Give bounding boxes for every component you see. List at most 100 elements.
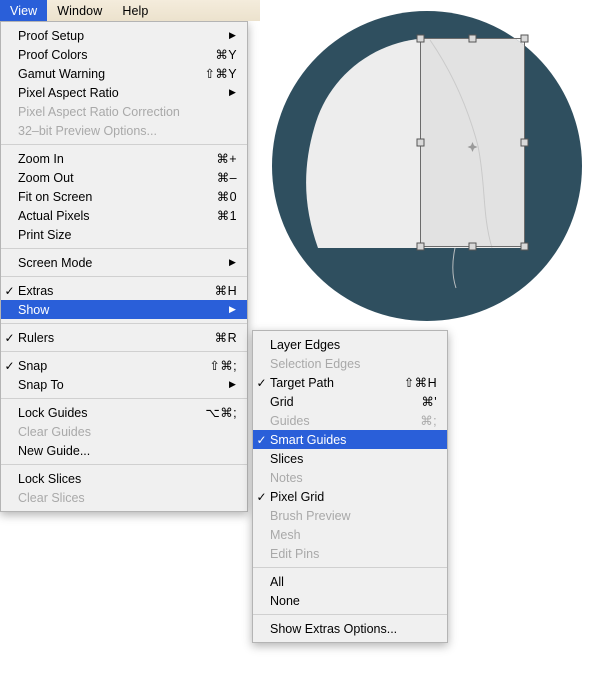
handle-bottom-left[interactable] <box>416 242 425 251</box>
view-menu: Proof Setup ▶ Proof Colors ⌘Y Gamut Warning ⇧… <box>0 21 248 512</box>
submenu-arrow-icon: ▶ <box>229 379 236 389</box>
menu-item-fit-on-screen[interactable]: Fit on Screen ⌘0 <box>1 187 247 206</box>
submenu-arrow-icon: ▶ <box>229 304 236 314</box>
menu-item-shortcut: ⌘R <box>214 331 237 345</box>
menu-item-label: Target Path <box>270 375 334 390</box>
menu-item-proof-colors[interactable]: Proof Colors ⌘Y <box>1 45 247 64</box>
menu-item-print-size[interactable]: Print Size <box>1 225 247 244</box>
menu-separator <box>1 323 247 324</box>
menu-item-snap-to[interactable]: Snap To ▶ <box>1 375 247 394</box>
menu-item-show[interactable]: Show ▶ <box>1 300 247 319</box>
menu-item-selection-edges: Selection Edges <box>253 354 447 373</box>
menu-item-clear-slices: Clear Slices <box>1 488 247 507</box>
menu-item-label: Pixel Aspect Ratio <box>18 85 119 100</box>
menu-item-label: Lock Slices <box>18 471 82 486</box>
menu-item-shortcut: ⌘0 <box>216 190 237 204</box>
menu-item-shortcut: ⌘1 <box>216 209 237 223</box>
menu-item-snap[interactable]: ✓ Snap ⇧⌘; <box>1 356 247 375</box>
checkmark-icon: ✓ <box>4 330 15 345</box>
menu-item-lock-guides[interactable]: Lock Guides ⌥⌘; <box>1 403 247 422</box>
menu-item-shortcut: ⇧⌘Y <box>204 67 237 81</box>
menu-separator <box>1 144 247 145</box>
menubar-item-window[interactable]: Window <box>47 0 112 21</box>
menu-item-label: Lock Guides <box>18 405 88 420</box>
menu-item-shortcut: ⇧⌘; <box>209 359 237 373</box>
checkmark-icon: ✓ <box>256 432 267 447</box>
menu-item-pixel-aspect-ratio[interactable]: Pixel Aspect Ratio ▶ <box>1 83 247 102</box>
menu-item-slices[interactable]: Slices <box>253 449 447 468</box>
menu-item-32-bit-preview-options: 32–bit Preview Options... <box>1 121 247 140</box>
handle-middle-right[interactable] <box>520 138 529 147</box>
menu-item-actual-pixels[interactable]: Actual Pixels ⌘1 <box>1 206 247 225</box>
menu-item-smart-guides[interactable]: ✓ Smart Guides <box>253 430 447 449</box>
menu-item-label: Show <box>18 302 50 317</box>
menu-item-target-path[interactable]: ✓ Target Path ⇧⌘H <box>253 373 447 392</box>
menu-item-screen-mode[interactable]: Screen Mode ▶ <box>1 253 247 272</box>
menu-item-label: Actual Pixels <box>18 208 90 223</box>
checkmark-icon: ✓ <box>256 375 267 390</box>
menu-item-label: Snap <box>18 358 48 373</box>
menu-item-label: Slices <box>270 451 304 466</box>
menu-item-none[interactable]: None <box>253 591 447 610</box>
menu-item-new-guide[interactable]: New Guide... <box>1 441 247 460</box>
submenu-arrow-icon: ▶ <box>229 87 236 97</box>
menu-item-mesh: Mesh <box>253 525 447 544</box>
checkmark-icon: ✓ <box>256 489 267 504</box>
menubar-item-help[interactable]: Help <box>112 0 158 21</box>
menu-item-label: Mesh <box>270 527 301 542</box>
menu-item-layer-edges[interactable]: Layer Edges <box>253 335 447 354</box>
menu-item-rulers[interactable]: ✓ Rulers ⌘R <box>1 328 247 347</box>
menu-item-label: Selection Edges <box>270 356 361 371</box>
menu-item-guides: Guides ⌘; <box>253 411 447 430</box>
menu-item-label: Pixel Grid <box>270 489 325 504</box>
menu-item-label: Brush Preview <box>270 508 351 523</box>
menu-separator <box>1 351 247 352</box>
menu-item-label: Rulers <box>18 330 55 345</box>
menu-item-label: 32–bit Preview Options... <box>18 123 157 138</box>
menu-item-grid[interactable]: Grid ⌘' <box>253 392 447 411</box>
menu-item-label: None <box>270 593 300 608</box>
menu-item-proof-setup[interactable]: Proof Setup ▶ <box>1 26 247 45</box>
menu-item-gamut-warning[interactable]: Gamut Warning ⇧⌘Y <box>1 64 247 83</box>
menu-separator <box>1 464 247 465</box>
handle-middle-left[interactable] <box>416 138 425 147</box>
menu-item-label: Clear Slices <box>18 490 85 505</box>
menu-item-shortcut: ⌘' <box>421 395 437 409</box>
menu-item-all[interactable]: All <box>253 572 447 591</box>
menu-item-shortcut: ⇧⌘H <box>403 376 437 390</box>
menu-item-notes: Notes <box>253 468 447 487</box>
menu-item-shortcut: ⌘; <box>420 414 437 428</box>
menu-separator <box>253 614 447 615</box>
menu-item-clear-guides: Clear Guides <box>1 422 247 441</box>
menubar-item-view[interactable]: View <box>0 0 48 21</box>
menu-item-label: Gamut Warning <box>18 66 106 81</box>
menu-item-extras[interactable]: ✓ Extras ⌘H <box>1 281 247 300</box>
menu-item-shortcut: ⌥⌘; <box>205 406 237 420</box>
menu-item-lock-slices[interactable]: Lock Slices <box>1 469 247 488</box>
menu-item-label: Zoom In <box>18 151 64 166</box>
menu-item-label: Smart Guides <box>270 432 347 447</box>
menu-item-zoom-out[interactable]: Zoom Out ⌘– <box>1 168 247 187</box>
menu-item-show-extras-options[interactable]: Show Extras Options... <box>253 619 447 638</box>
handle-bottom-right[interactable] <box>520 242 529 251</box>
menubar: View Window Help <box>0 0 260 21</box>
menu-item-label: Proof Colors <box>18 47 88 62</box>
menu-item-zoom-in[interactable]: Zoom In ⌘+ <box>1 149 247 168</box>
checkmark-icon: ✓ <box>4 358 15 373</box>
menu-item-pixel-grid[interactable]: ✓ Pixel Grid <box>253 487 447 506</box>
menu-item-label: Layer Edges <box>270 337 341 352</box>
menu-item-label: Notes <box>270 470 303 485</box>
menu-item-label: Extras <box>18 283 54 298</box>
menu-item-shortcut: ⌘Y <box>215 48 237 62</box>
menu-item-label: Fit on Screen <box>18 189 93 204</box>
menu-item-label: New Guide... <box>18 443 91 458</box>
menu-separator <box>1 276 247 277</box>
menu-item-shortcut: ⌘H <box>214 284 237 298</box>
menu-item-label: Proof Setup <box>18 28 85 43</box>
menu-item-pixel-aspect-ratio-correction: Pixel Aspect Ratio Correction <box>1 102 247 121</box>
menu-separator <box>1 248 247 249</box>
handle-top-right[interactable] <box>520 34 529 43</box>
handle-top-left[interactable] <box>416 34 425 43</box>
handle-bottom-center[interactable] <box>468 242 477 251</box>
handle-top-center[interactable] <box>468 34 477 43</box>
